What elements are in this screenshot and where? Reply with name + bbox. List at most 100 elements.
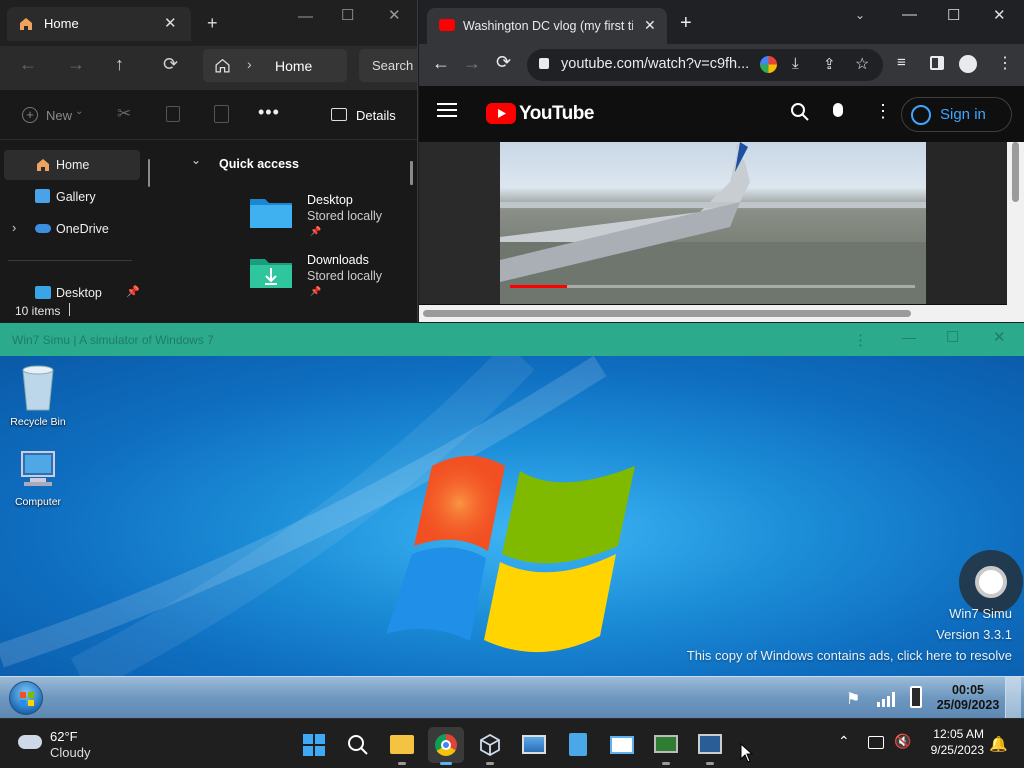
- maximize-icon[interactable]: ☐: [341, 6, 354, 24]
- omnibox[interactable]: youtube.com/watch?v=c9fh... ⤓ ⇪ ☆: [527, 49, 883, 81]
- reload-icon[interactable]: ⟳: [496, 52, 511, 73]
- hamburger-menu-icon[interactable]: [437, 103, 457, 117]
- battery-icon[interactable]: [910, 686, 922, 708]
- folder-name: Desktop: [307, 193, 353, 207]
- new-button[interactable]: New: [46, 108, 72, 123]
- cut-icon[interactable]: ✂: [117, 104, 131, 124]
- notification-bell-icon[interactable]: 🔔: [989, 735, 1008, 753]
- taskbar-app-chrome[interactable]: [428, 727, 464, 765]
- address-bar[interactable]: › Home: [203, 49, 347, 82]
- running-indicator: [706, 762, 714, 765]
- close-tab-icon[interactable]: ✕: [164, 14, 177, 32]
- back-arrow-icon[interactable]: ←: [19, 54, 37, 75]
- folder-item-desktop[interactable]: Desktop Stored locally 📌: [246, 189, 406, 239]
- sidebar-scrollbar[interactable]: [148, 159, 150, 187]
- up-arrow-icon[interactable]: ↑: [115, 54, 124, 75]
- win7-start-orb-icon[interactable]: [9, 681, 43, 715]
- chrome-menu-icon[interactable]: ⋮: [997, 53, 1013, 73]
- more-options-icon[interactable]: •••: [258, 102, 280, 123]
- chevron-up-icon[interactable]: ⌃: [838, 733, 850, 750]
- simu-info-text[interactable]: Win7 Simu Version 3.3.1 This copy of Win…: [687, 606, 1012, 663]
- weather-widget[interactable]: 62°F Cloudy: [16, 725, 106, 763]
- minimize-icon[interactable]: —: [298, 8, 313, 25]
- refresh-icon[interactable]: ⟳: [163, 54, 178, 75]
- start-button[interactable]: [296, 727, 332, 763]
- paste-icon[interactable]: [214, 105, 229, 123]
- win7-clock[interactable]: 00:05 25/09/2023: [932, 683, 1004, 713]
- taskbar-search-button[interactable]: [340, 727, 376, 763]
- action-center-flag-icon[interactable]: ⚑: [846, 689, 860, 709]
- win7-clock-time: 00:05: [952, 683, 984, 697]
- close-tab-icon[interactable]: ✕: [644, 17, 656, 34]
- show-desktop-button[interactable]: [1005, 677, 1021, 718]
- taskbar-app-win7-simu[interactable]: [692, 727, 728, 765]
- taskbar-app-photos[interactable]: [516, 727, 552, 763]
- explorer-tab-home[interactable]: Home ✕: [7, 7, 191, 41]
- close-window-icon[interactable]: ✕: [993, 6, 1006, 24]
- taskbar-app-notepad[interactable]: [560, 727, 596, 763]
- taskbar-app-remote[interactable]: [648, 727, 684, 765]
- video-progress-track[interactable]: [510, 285, 915, 288]
- content-scrollbar[interactable]: [410, 161, 413, 185]
- desktop-icon-recycle-bin[interactable]: Recycle Bin: [0, 362, 76, 428]
- taskbar-app-file-explorer[interactable]: [384, 727, 420, 765]
- sign-in-label: Sign in: [940, 106, 986, 123]
- close-window-icon[interactable]: ✕: [993, 328, 1006, 346]
- network-icon[interactable]: [868, 736, 884, 749]
- taskbar-app-window[interactable]: [604, 727, 640, 763]
- microphone-icon[interactable]: [833, 103, 843, 117]
- more-vert-icon[interactable]: ⋮: [853, 331, 868, 349]
- volume-muted-icon[interactable]: 🔇: [894, 733, 911, 750]
- more-vert-icon[interactable]: ⋮: [874, 101, 892, 122]
- maximize-icon[interactable]: ☐: [947, 6, 960, 24]
- horizontal-scrollbar[interactable]: [419, 305, 1024, 322]
- side-panel-icon[interactable]: [930, 56, 944, 70]
- install-icon[interactable]: ⤓: [792, 55, 799, 72]
- close-window-icon[interactable]: ✕: [388, 6, 401, 24]
- sign-in-button[interactable]: Sign in: [901, 97, 1012, 132]
- minimize-icon[interactable]: —: [902, 6, 917, 23]
- taskbar-clock[interactable]: 12:05 AM 9/25/2023: [920, 726, 984, 758]
- video-player[interactable]: [419, 142, 1007, 304]
- share-icon[interactable]: ⇪: [823, 55, 836, 73]
- profile-avatar-icon[interactable]: [959, 55, 977, 73]
- back-arrow-icon[interactable]: ←: [432, 53, 450, 74]
- assistive-touch-button[interactable]: [959, 550, 1023, 614]
- tab-search-chevron-icon[interactable]: ⌄: [855, 8, 865, 22]
- details-button[interactable]: Details: [356, 108, 396, 123]
- horizontal-scroll-thumb[interactable]: [423, 310, 911, 317]
- sidebar-item-onedrive[interactable]: › OneDrive: [4, 214, 140, 244]
- google-lens-icon[interactable]: [760, 56, 777, 73]
- bookmark-star-icon[interactable]: ☆: [855, 54, 869, 74]
- new-tab-button[interactable]: +: [680, 12, 692, 35]
- youtube-play-logo-icon: [486, 103, 516, 124]
- chrome-tab-youtube[interactable]: Washington DC vlog (my first tim ✕: [427, 8, 667, 44]
- running-indicator: [486, 762, 494, 765]
- file-explorer-window: Home ✕ + — ☐ ✕ ← → ↑ ⟳ › Home Search + N…: [0, 0, 418, 322]
- collapse-chevron-icon[interactable]: ⌄: [191, 153, 201, 167]
- search-input[interactable]: Search: [359, 49, 417, 82]
- vertical-scrollbar[interactable]: [1007, 142, 1024, 305]
- media-queue-icon[interactable]: ≡: [897, 54, 906, 71]
- navigation-pane: Home Gallery › OneDrive Desktop 📌: [0, 141, 158, 300]
- folder-item-downloads[interactable]: Downloads Stored locally 📌: [246, 249, 406, 299]
- vertical-scroll-thumb[interactable]: [1012, 142, 1019, 202]
- sidebar-item-gallery[interactable]: Gallery: [4, 182, 140, 212]
- new-tab-button[interactable]: +: [207, 13, 218, 34]
- forward-arrow-icon[interactable]: →: [67, 54, 85, 75]
- sidebar-item-label: OneDrive: [56, 222, 109, 236]
- desktop-icon-computer[interactable]: Computer: [0, 450, 76, 508]
- copy-icon[interactable]: [166, 106, 180, 122]
- folder-subtext: Stored locally: [307, 209, 383, 223]
- lock-icon: [539, 58, 549, 69]
- video-progress-fill: [510, 285, 567, 288]
- sidebar-item-home[interactable]: Home: [4, 150, 140, 180]
- forward-arrow-icon[interactable]: →: [463, 53, 481, 74]
- win7-clock-date: 25/09/2023: [936, 698, 1000, 712]
- maximize-icon[interactable]: ☐: [946, 328, 959, 346]
- signal-bars-icon[interactable]: [876, 689, 898, 707]
- taskbar-app-3d-viewer[interactable]: [472, 727, 508, 765]
- search-icon[interactable]: [790, 102, 810, 122]
- minimize-icon[interactable]: —: [902, 329, 916, 345]
- expand-chevron-icon[interactable]: ›: [12, 220, 16, 235]
